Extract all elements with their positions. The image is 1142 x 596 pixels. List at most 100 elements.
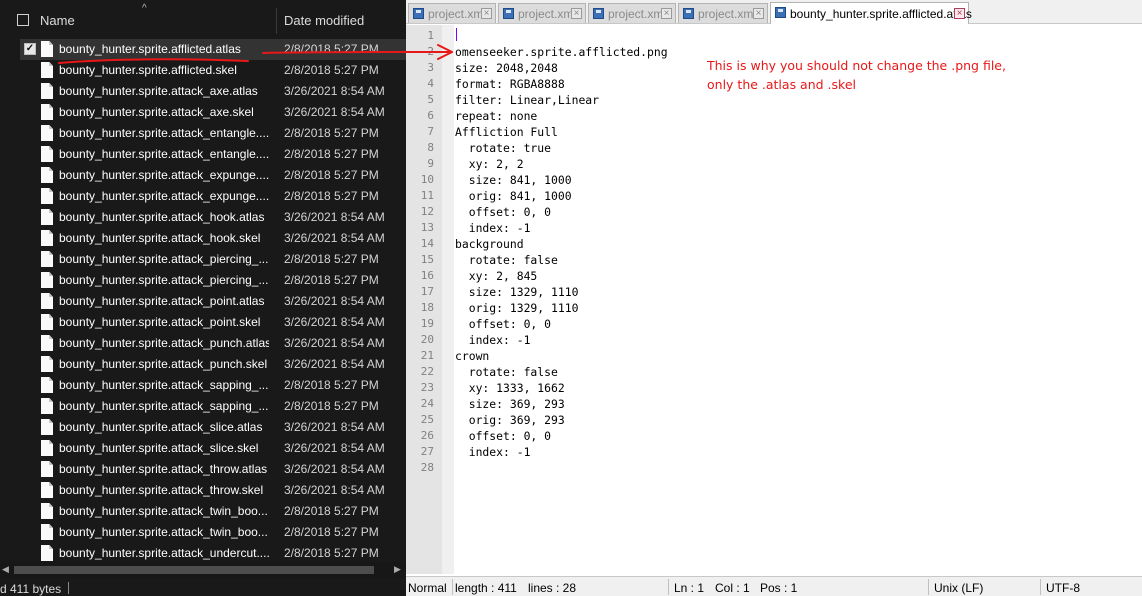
tab-label: project.xml [608,7,667,21]
line-number: 8 [427,141,434,154]
scroll-left-arrow-icon[interactable]: ◀ [2,564,9,575]
file-name: bounty_hunter.sprite.attack_piercing_... [59,273,269,287]
file-row[interactable]: bounty_hunter.sprite.attack_piercing_...… [20,270,406,291]
file-name: bounty_hunter.sprite.attack_slice.atlas [59,420,263,434]
tab-file[interactable]: project.xml × [678,3,768,23]
close-tab-icon[interactable]: × [661,8,672,19]
file-icon [41,545,53,561]
file-row[interactable]: bounty_hunter.sprite.attack_throw.skel 3/… [20,480,406,501]
file-name: bounty_hunter.sprite.attack_throw.atlas [59,462,268,476]
line-number: 25 [420,413,434,426]
file-name: bounty_hunter.sprite.attack_point.atlas [59,294,265,308]
file-row[interactable]: bounty_hunter.sprite.attack_slice.atlas 3… [20,417,406,438]
file-row[interactable]: bounty_hunter.sprite.attack_point.atlas 3… [20,291,406,312]
file-row[interactable]: bounty_hunter.sprite.attack_sapping_... 2… [20,396,406,417]
file-icon [41,314,53,330]
close-tab-icon[interactable]: × [954,8,965,19]
line-number: 22 [420,365,434,378]
close-tab-icon[interactable]: × [481,8,492,19]
tab-active-file[interactable]: bounty_hunter.sprite.afflicted.atlas × [770,2,972,24]
file-row[interactable]: bounty_hunter.sprite.attack_slice.skel 3/… [20,438,406,459]
code-line: omenseeker.sprite.afflicted.png [455,45,668,59]
line-number: 18 [420,301,434,314]
code-line: repeat: none [455,109,538,123]
file-row[interactable]: bounty_hunter.sprite.attack_twin_boo... 2… [20,501,406,522]
status-divider [668,579,669,595]
file-icon [41,377,53,393]
file-row[interactable]: bounty_hunter.sprite.attack_sapping_... 2… [20,375,406,396]
close-tab-icon[interactable]: × [753,8,764,19]
file-name: bounty_hunter.sprite.attack_axe.skel [59,105,254,119]
file-date-modified: 3/26/2021 8:54 AM [284,315,385,329]
file-icon [41,419,53,435]
file-row[interactable]: bounty_hunter.sprite.attack_undercut....… [20,543,406,564]
code-line: index: -1 [455,333,531,347]
file-row[interactable]: bounty_hunter.sprite.attack_piercing_...… [20,249,406,270]
file-icon [41,188,53,204]
file-row[interactable]: bounty_hunter.sprite.attack_entangle....… [20,144,406,165]
editor-tab-bar: project.xml × project.xml × project.xml × proj… [406,0,1142,24]
line-number: 20 [420,333,434,346]
line-number: 4 [427,77,434,90]
status-eol-format[interactable]: Unix (LF) [934,581,983,595]
file-name: bounty_hunter.sprite.attack_twin_boo... [59,525,268,539]
file-icon [41,503,53,519]
row-checkbox-checked[interactable]: ✓ [24,43,36,55]
file-row[interactable]: bounty_hunter.sprite.attack_twin_boo... 2… [20,522,406,543]
tab-label: bounty_hunter.sprite.afflicted.atlas [790,7,972,21]
fold-margin[interactable] [442,25,454,574]
line-number: 24 [420,397,434,410]
file-name: bounty_hunter.sprite.attack_hook.atlas [59,210,265,224]
file-icon [41,335,53,351]
file-row[interactable]: bounty_hunter.sprite.attack_hook.atlas 3/… [20,207,406,228]
file-name: bounty_hunter.sprite.attack_hook.skel [59,231,261,245]
line-number: 21 [420,349,434,362]
close-tab-icon[interactable]: × [571,8,582,19]
file-row[interactable]: bounty_hunter.sprite.attack_entangle....… [20,123,406,144]
file-row[interactable]: bounty_hunter.sprite.attack_expunge.... 2… [20,165,406,186]
code-line: orig: 841, 1000 [455,189,572,203]
file-row[interactable]: bounty_hunter.sprite.attack_throw.atlas 3… [20,459,406,480]
file-row[interactable]: bounty_hunter.sprite.attack_punch.atlas 3… [20,333,406,354]
code-line: orig: 369, 293 [455,413,565,427]
horizontal-scrollbar[interactable]: ◀ ▶ [0,562,406,578]
text-editor-area[interactable] [454,25,1142,574]
code-line: crown [455,349,490,363]
annotation-note: This is why you should not change the .p… [707,58,1006,92]
tab-file[interactable]: project.xml × [588,3,676,23]
date-modified-column-header[interactable]: Date modified [284,13,364,28]
scrollbar-thumb[interactable] [14,566,374,574]
status-divider [68,582,69,594]
text-caret [456,28,457,41]
tab-file[interactable]: project.xml × [408,3,496,23]
file-date-modified: 3/26/2021 8:54 AM [284,441,385,455]
select-all-checkbox[interactable] [17,14,29,26]
line-number: 27 [420,445,434,458]
file-row[interactable]: bounty_hunter.sprite.attack_axe.atlas 3/2… [20,81,406,102]
code-line: size: 369, 293 [455,397,565,411]
line-number: 1 [427,29,434,42]
line-number: 6 [427,109,434,122]
file-row[interactable]: bounty_hunter.sprite.attack_expunge.... 2… [20,186,406,207]
line-number: 3 [427,61,434,74]
file-row[interactable]: bounty_hunter.sprite.attack_punch.skel 3/… [20,354,406,375]
file-icon [41,167,53,183]
file-date-modified: 2/8/2018 5:27 PM [284,189,379,203]
file-row[interactable]: bounty_hunter.sprite.afflicted.skel 2/8/2… [20,60,406,81]
file-date-modified: 2/8/2018 5:27 PM [284,546,379,560]
scroll-right-arrow-icon[interactable]: ▶ [394,564,401,575]
file-row[interactable]: bounty_hunter.sprite.attack_point.skel 3/… [20,312,406,333]
file-icon [41,209,53,225]
column-divider[interactable] [276,8,277,34]
tab-file[interactable]: project.xml × [498,3,586,23]
status-divider [452,579,453,595]
file-row[interactable]: bounty_hunter.sprite.attack_hook.skel 3/2… [20,228,406,249]
file-icon [41,482,53,498]
file-row[interactable]: bounty_hunter.sprite.attack_axe.skel 3/26… [20,102,406,123]
file-icon [41,461,53,477]
status-encoding[interactable]: UTF-8 [1046,581,1080,595]
file-name: bounty_hunter.sprite.attack_expunge.... [59,189,269,203]
name-column-header[interactable]: Name [40,13,75,28]
code-line: index: -1 [455,221,531,235]
file-row[interactable]: ✓ bounty_hunter.sprite.afflicted.atlas 2/8… [20,39,406,60]
